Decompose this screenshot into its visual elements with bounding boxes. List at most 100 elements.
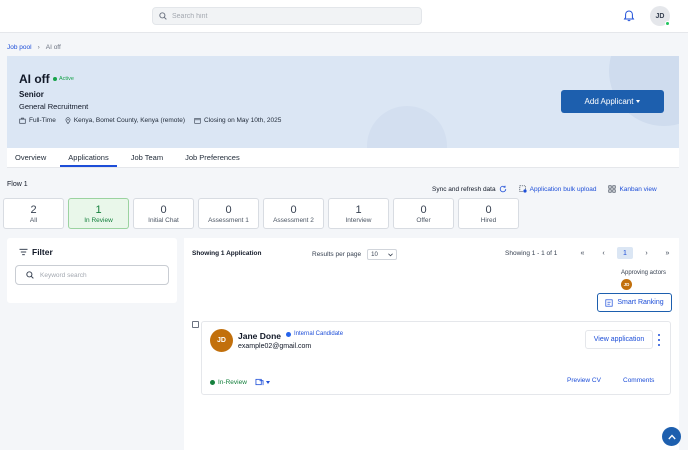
- bulk-upload-label: Application bulk upload: [529, 185, 597, 193]
- stage-assessment-1[interactable]: 0 Assessment 1: [198, 198, 259, 229]
- stage-assessment-2[interactable]: 0 Assessment 2: [263, 198, 324, 229]
- chevron-up-icon: [667, 434, 676, 439]
- candidate-type-badge: Internal Candidate: [286, 331, 343, 337]
- stage-all[interactable]: 2 All: [3, 198, 64, 229]
- applicant-email: example02@gmail.com: [238, 343, 312, 350]
- pagination: « ‹ 1 › »: [572, 247, 678, 259]
- stage-name: Assessment 1: [208, 216, 249, 224]
- next-page-button[interactable]: ›: [636, 247, 657, 259]
- job-location: Kenya, Bomet County, Kenya (remote): [65, 117, 185, 124]
- job-header: AI off Active Senior General Recruitment…: [7, 56, 679, 148]
- results-panel: Showing 1 Application Results per page 1…: [184, 238, 679, 450]
- kanban-icon: [608, 185, 617, 193]
- comments-link[interactable]: Comments: [623, 377, 654, 384]
- stage-name: In Review: [84, 216, 113, 224]
- global-search-input[interactable]: [172, 12, 412, 20]
- applicant-stage-label: In-Review: [218, 379, 247, 386]
- flow-label: Flow 1: [7, 181, 28, 188]
- keyword-search-input[interactable]: [40, 271, 160, 279]
- chevron-down-icon: [388, 252, 394, 256]
- preview-cv-link[interactable]: Preview CV: [567, 377, 601, 384]
- results-per-page-value: 10: [371, 251, 378, 258]
- applicant-stage-badge: In-Review: [210, 379, 247, 386]
- move-stage-dropdown[interactable]: [255, 378, 270, 386]
- breadcrumb-job-pool[interactable]: Job pool: [7, 44, 32, 51]
- approver-avatar[interactable]: JD: [621, 279, 632, 290]
- results-per-page: Results per page 10: [312, 249, 398, 260]
- location-pin-icon: [65, 117, 71, 124]
- first-page-button[interactable]: «: [572, 247, 593, 259]
- last-page-button[interactable]: »: [657, 247, 678, 259]
- ranking-icon: [605, 298, 613, 307]
- decorative-shape: [367, 106, 447, 148]
- select-applicant-checkbox[interactable]: [192, 321, 199, 328]
- view-application-button[interactable]: View application: [585, 330, 653, 349]
- applicant-name[interactable]: Jane Done: [238, 331, 281, 341]
- filter-label: Filter: [32, 247, 53, 257]
- current-page[interactable]: 1: [617, 247, 633, 259]
- closing-date: Closing on May 10th, 2025: [194, 117, 281, 124]
- filter-icon: [19, 248, 28, 256]
- keyword-search[interactable]: [15, 265, 169, 285]
- stage-count: 0: [225, 203, 232, 216]
- prev-page-button[interactable]: ‹: [593, 247, 614, 259]
- job-location-label: Kenya, Bomet County, Kenya (remote): [73, 117, 185, 124]
- kanban-view-button[interactable]: Kanban view: [608, 185, 657, 193]
- approving-actors-label: Approving actors: [621, 270, 667, 276]
- refresh-icon: [499, 185, 506, 193]
- search-icon: [159, 12, 167, 20]
- stage-name: Interview: [345, 216, 372, 224]
- status-label: Active: [59, 76, 74, 82]
- stage-filters: 2 All 1 In Review 0 Initial Chat 0 Assessmen…: [3, 198, 519, 229]
- add-applicant-label: Add Applicant: [584, 97, 634, 106]
- user-avatar[interactable]: JD: [650, 6, 670, 26]
- user-initials: JD: [655, 12, 665, 20]
- applicant-avatar: JD: [210, 329, 233, 352]
- stage-name: Offer: [416, 216, 431, 224]
- job-title: AI off: [19, 72, 50, 86]
- employment-type-label: Full-Time: [29, 117, 56, 124]
- job-category: General Recruitment: [19, 102, 89, 111]
- filter-panel: Filter: [7, 238, 177, 303]
- employment-type: Full-Time: [19, 117, 56, 124]
- stage-count: 0: [420, 203, 427, 216]
- move-stage-icon: [255, 378, 264, 386]
- smart-ranking-button[interactable]: Smart Ranking: [597, 293, 672, 312]
- stage-count: 2: [30, 203, 37, 216]
- scroll-to-top-button[interactable]: [662, 427, 681, 446]
- stage-offer[interactable]: 0 Offer: [393, 198, 454, 229]
- stage-initial-chat[interactable]: 0 Initial Chat: [133, 198, 194, 229]
- add-applicant-button[interactable]: Add Applicant: [561, 90, 664, 113]
- tab-overview[interactable]: Overview: [7, 148, 54, 167]
- badge-dot: [286, 331, 291, 337]
- results-per-page-select[interactable]: 10: [367, 249, 398, 260]
- sync-label: Sync and refresh data: [432, 185, 496, 193]
- stage-count: 1: [95, 203, 102, 216]
- stage-in-review[interactable]: 1 In Review: [68, 198, 129, 229]
- stage-count: 0: [160, 203, 167, 216]
- global-search[interactable]: [152, 7, 422, 25]
- chevron-down-icon: [266, 380, 270, 384]
- stage-name: Hired: [480, 216, 497, 224]
- bell-icon[interactable]: [622, 9, 636, 23]
- tab-job-preferences[interactable]: Job Preferences: [177, 148, 248, 167]
- tab-applications[interactable]: Applications: [60, 148, 117, 167]
- smart-ranking-label: Smart Ranking: [617, 299, 664, 306]
- briefcase-icon: [19, 117, 26, 124]
- stage-count: 1: [355, 203, 362, 216]
- filter-title: Filter: [19, 247, 53, 257]
- job-meta: Full-Time Kenya, Bomet County, Kenya (re…: [19, 117, 281, 124]
- more-options-icon[interactable]: [656, 334, 662, 346]
- stage-name: Assessment 2: [273, 216, 314, 224]
- stage-interview[interactable]: 1 Interview: [328, 198, 389, 229]
- results-range: Showing 1 - 1 of 1: [505, 250, 558, 257]
- bulk-upload-button[interactable]: Application bulk upload: [519, 185, 597, 193]
- tab-job-team[interactable]: Job Team: [123, 148, 171, 167]
- stage-name: Initial Chat: [148, 216, 179, 224]
- flow-actions: Sync and refresh data Application bulk u…: [432, 185, 657, 193]
- sync-button[interactable]: Sync and refresh data: [432, 185, 507, 193]
- breadcrumb-current: AI off: [45, 44, 61, 51]
- stage-hired[interactable]: 0 Hired: [458, 198, 519, 229]
- stage-count: 0: [290, 203, 297, 216]
- candidate-type-label: Internal Candidate: [294, 331, 344, 337]
